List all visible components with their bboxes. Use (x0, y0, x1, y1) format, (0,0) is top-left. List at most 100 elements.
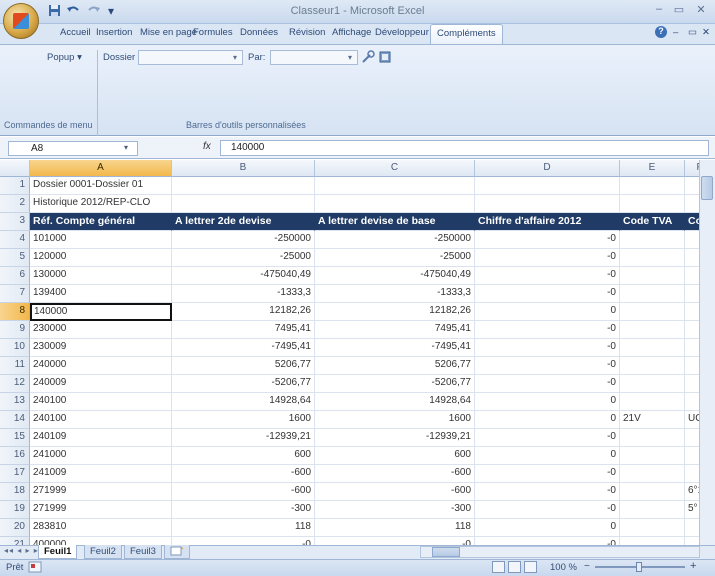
column-header-a[interactable]: A (30, 160, 172, 177)
table-cell[interactable] (685, 339, 699, 357)
table-cell[interactable]: 240109 (30, 429, 172, 447)
table-header-cell[interactable]: Réf. Compte général (30, 213, 172, 231)
table-cell[interactable]: 230000 (30, 321, 172, 339)
row-header[interactable]: 14 (0, 411, 30, 429)
row-header[interactable]: 3 (0, 213, 30, 231)
table-cell[interactable]: -300 (172, 501, 315, 519)
minimize-button[interactable]: – (652, 3, 666, 17)
table-cell[interactable]: 101000 (30, 231, 172, 249)
table-cell[interactable] (685, 519, 699, 537)
tab-mise-en-page[interactable]: Mise en page (140, 27, 197, 38)
row-header[interactable]: 17 (0, 465, 30, 483)
column-header-f[interactable]: F (685, 160, 699, 177)
table-cell[interactable]: -7495,41 (315, 339, 475, 357)
table-cell[interactable] (620, 393, 685, 411)
table-cell[interactable]: -475040,49 (315, 267, 475, 285)
popup-menu-button[interactable]: Popup ▾ (47, 52, 82, 63)
table-cell[interactable]: 240009 (30, 375, 172, 393)
row-header[interactable]: 1 (0, 177, 30, 195)
column-header-b[interactable]: B (172, 160, 315, 177)
table-cell[interactable]: 118 (315, 519, 475, 537)
zoom-level[interactable]: 100 % (550, 562, 577, 573)
table-cell[interactable] (685, 393, 699, 411)
table-cell[interactable]: 283810 (30, 519, 172, 537)
table-cell[interactable] (620, 447, 685, 465)
table-cell[interactable]: 241009 (30, 465, 172, 483)
row-header[interactable]: 20 (0, 519, 30, 537)
tab-donnees[interactable]: Données (240, 27, 278, 38)
table-cell[interactable] (685, 447, 699, 465)
table-cell[interactable] (620, 285, 685, 303)
table-cell[interactable] (620, 483, 685, 501)
table-cell[interactable] (620, 177, 685, 195)
tab-affichage[interactable]: Affichage (332, 27, 371, 38)
row-header[interactable]: 16 (0, 447, 30, 465)
table-cell[interactable] (620, 429, 685, 447)
table-cell[interactable]: -0 (475, 339, 620, 357)
row-header[interactable]: 8 (0, 303, 30, 321)
table-cell[interactable]: 0 (475, 519, 620, 537)
table-cell[interactable] (685, 321, 699, 339)
table-cell[interactable]: 5206,77 (172, 357, 315, 375)
table-cell[interactable]: Dossier 0001-Dossier 01 (30, 177, 172, 195)
table-cell[interactable]: -475040,49 (172, 267, 315, 285)
column-header-c[interactable]: C (315, 160, 475, 177)
table-cell[interactable]: 0 (475, 411, 620, 429)
table-cell[interactable] (620, 339, 685, 357)
table-cell[interactable]: -0 (475, 483, 620, 501)
table-header-cell[interactable]: Co (685, 213, 699, 231)
table-cell[interactable] (620, 267, 685, 285)
ribbon-minimize-button[interactable]: – (673, 27, 678, 38)
table-cell[interactable] (620, 231, 685, 249)
table-cell[interactable]: -0 (475, 465, 620, 483)
tab-accueil[interactable]: Accueil (60, 27, 91, 38)
par-dropdown[interactable] (270, 50, 358, 65)
table-cell[interactable] (620, 375, 685, 393)
table-cell[interactable]: -7495,41 (172, 339, 315, 357)
table-cell[interactable] (315, 177, 475, 195)
table-cell[interactable]: 1600 (315, 411, 475, 429)
row-header[interactable]: 15 (0, 429, 30, 447)
table-header-cell[interactable]: A lettrer devise de base (315, 213, 475, 231)
table-cell[interactable] (685, 465, 699, 483)
zoom-slider-knob[interactable] (636, 562, 642, 572)
row-header[interactable]: 7 (0, 285, 30, 303)
chevron-down-icon[interactable]: ▾ (124, 143, 128, 152)
table-cell[interactable]: -0 (475, 249, 620, 267)
table-cell[interactable] (685, 285, 699, 303)
tab-developpeur[interactable]: Développeur (375, 27, 429, 38)
zoom-in-icon[interactable]: + (690, 560, 696, 572)
row-header[interactable]: 9 (0, 321, 30, 339)
table-cell[interactable]: 0 (475, 303, 620, 321)
table-cell[interactable]: 240000 (30, 357, 172, 375)
table-cell[interactable]: 140000 (30, 303, 172, 321)
row-header[interactable]: 10 (0, 339, 30, 357)
table-cell[interactable] (172, 177, 315, 195)
sheet-tab-feuil3[interactable]: Feuil3 (124, 545, 162, 559)
table-cell[interactable]: -600 (315, 465, 475, 483)
table-cell[interactable] (620, 519, 685, 537)
table-cell[interactable]: -12939,21 (172, 429, 315, 447)
table-cell[interactable]: -12939,21 (315, 429, 475, 447)
table-cell[interactable]: 271999 (30, 501, 172, 519)
table-cell[interactable] (685, 303, 699, 321)
table-cell[interactable]: 12182,26 (172, 303, 315, 321)
fx-icon[interactable]: fx (203, 141, 211, 152)
table-cell[interactable]: 7495,41 (172, 321, 315, 339)
row-header[interactable]: 4 (0, 231, 30, 249)
horizontal-scroll-thumb[interactable] (432, 547, 460, 557)
table-cell[interactable] (685, 249, 699, 267)
table-cell[interactable]: 14928,64 (172, 393, 315, 411)
table-cell[interactable]: 600 (315, 447, 475, 465)
table-cell[interactable]: 130000 (30, 267, 172, 285)
column-header-d[interactable]: D (475, 160, 620, 177)
table-cell[interactable] (620, 303, 685, 321)
table-cell[interactable]: 12182,26 (315, 303, 475, 321)
table-cell[interactable] (620, 501, 685, 519)
table-cell[interactable]: 240100 (30, 393, 172, 411)
table-cell[interactable] (685, 267, 699, 285)
table-cell[interactable]: 0 (475, 393, 620, 411)
table-cell[interactable]: -300 (315, 501, 475, 519)
table-cell[interactable]: 7495,41 (315, 321, 475, 339)
table-cell[interactable] (685, 429, 699, 447)
